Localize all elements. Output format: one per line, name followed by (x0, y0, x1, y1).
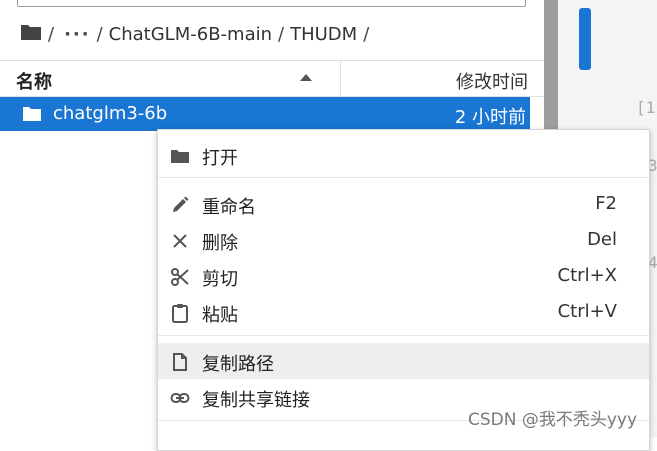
shortcut-label: F2 (595, 193, 617, 214)
menu-item-cut[interactable]: 剪切 Ctrl+X (158, 258, 649, 294)
menu-item-label: 剪切 (202, 269, 238, 290)
breadcrumb-item-chatglm[interactable]: ChatGLM-6B-main (109, 24, 272, 45)
column-header-name[interactable]: 名称 (16, 68, 52, 94)
breadcrumb-separator: / (278, 23, 285, 45)
link-icon (170, 388, 190, 408)
folder-icon (22, 106, 42, 126)
column-header-modified[interactable]: 修改时间 (456, 68, 528, 94)
context-menu: 打开 重命名 F2 删除 Del 剪切 Ctrl+X 粘贴 Ctrl+V 复制路… (157, 129, 650, 451)
clipboard-icon (170, 303, 190, 323)
shortcut-label: Ctrl+X (557, 265, 617, 286)
close-icon (170, 231, 190, 251)
home-folder-icon[interactable] (20, 23, 42, 46)
filter-input[interactable] (17, 0, 526, 7)
breadcrumb-separator: / (96, 23, 103, 45)
menu-item-label: 粘贴 (202, 305, 238, 326)
menu-item-label: 重命名 (202, 197, 256, 218)
breadcrumb-separator: / (48, 23, 55, 45)
menu-item-label: 复制路径 (202, 354, 274, 375)
file-name: chatglm3-6b (53, 103, 168, 124)
breadcrumb: / ··· / ChatGLM-6B-main / THUDM / (20, 20, 375, 48)
shortcut-label: Del (587, 229, 617, 250)
menu-item-open[interactable]: 打开 (158, 137, 649, 173)
menu-item-delete[interactable]: 删除 Del (158, 222, 649, 258)
breadcrumb-separator: / (363, 23, 370, 45)
shortcut-label: Ctrl+V (557, 301, 617, 322)
file-icon (170, 352, 190, 372)
scissors-icon (170, 267, 190, 287)
menu-item-rename[interactable]: 重命名 F2 (158, 186, 649, 222)
menu-item-label: 删除 (202, 233, 238, 254)
menu-divider (158, 335, 649, 336)
menu-item-label: 复制共享链接 (202, 390, 310, 411)
watermark: CSDN @我不秃头yyy (468, 410, 638, 430)
sort-ascending-icon[interactable] (300, 74, 312, 81)
folder-icon (170, 146, 190, 166)
menu-divider (158, 177, 649, 178)
menu-item-label: 打开 (202, 148, 238, 169)
file-row-selected[interactable]: chatglm3-6b 2 小时前 (0, 97, 530, 131)
menu-item-copy-path[interactable]: 复制路径 (158, 343, 649, 379)
column-divider[interactable] (340, 61, 341, 96)
file-modified-time: 2 小时前 (454, 107, 526, 128)
file-list-header: 名称 修改时间 (0, 60, 544, 97)
pencil-icon (170, 195, 190, 215)
editor-scroll-thumb[interactable] (579, 8, 591, 70)
breadcrumb-ellipsis[interactable]: ··· (64, 24, 91, 45)
line-number: [1 (636, 98, 656, 117)
breadcrumb-item-thudm[interactable]: THUDM (290, 24, 357, 45)
menu-item-paste[interactable]: 粘贴 Ctrl+V (158, 294, 649, 330)
